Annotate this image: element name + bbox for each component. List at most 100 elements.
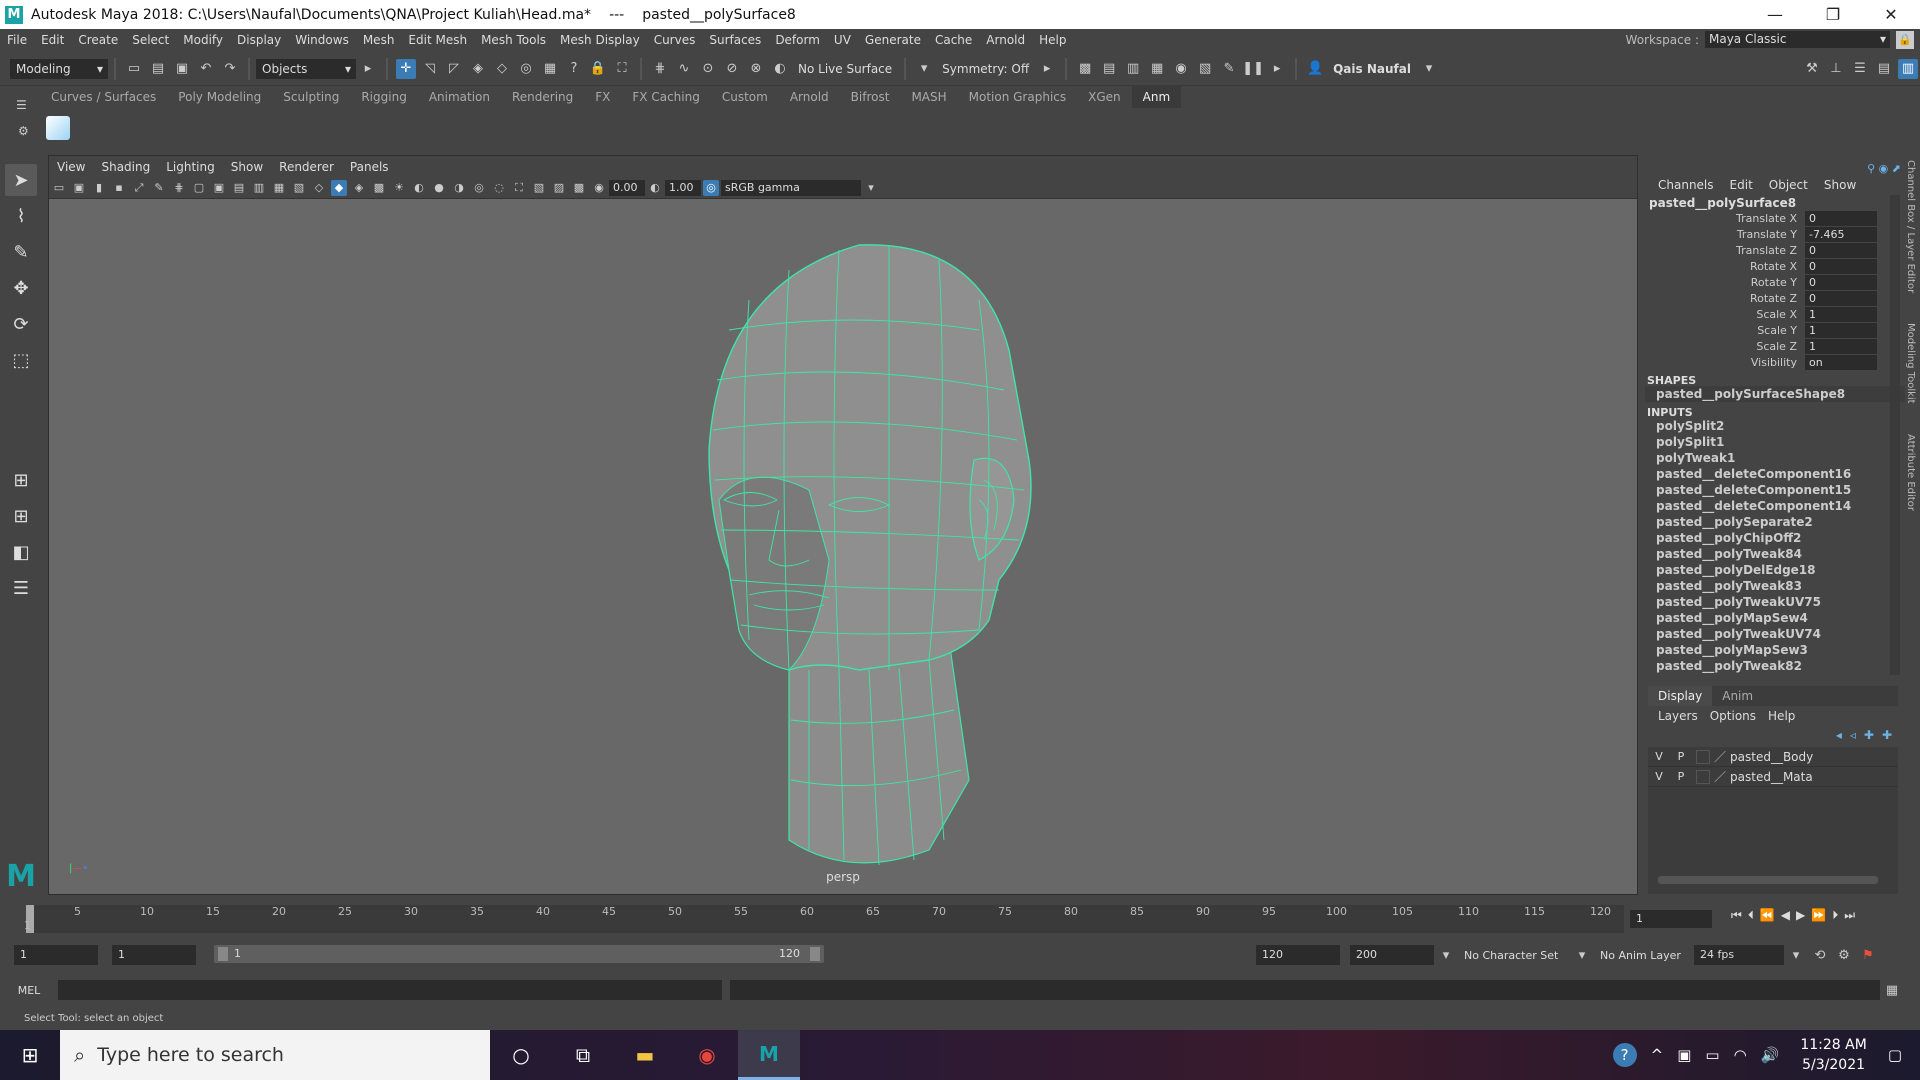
channel-box-pin-icon[interactable]: ⚲ ◉ ⬈ <box>1867 162 1901 175</box>
channel-box-scrollbar[interactable] <box>1890 195 1900 675</box>
tab-custom[interactable]: Custom <box>711 90 779 104</box>
tab-curves-surfaces[interactable]: Curves / Surfaces <box>40 90 167 104</box>
ipr-render-icon[interactable]: ▥ <box>1123 59 1143 79</box>
go-to-start-icon[interactable]: ⏮ <box>1731 908 1742 923</box>
menuset-dropdown[interactable]: Modeling <box>10 58 108 79</box>
playback-start-field[interactable]: 1 <box>112 945 196 965</box>
layer-row[interactable]: V P ／ pasted__Body <box>1648 747 1898 767</box>
gamma-icon[interactable]: ◐ <box>647 180 663 196</box>
layer-visibility-toggle[interactable]: V <box>1648 770 1670 783</box>
exposure-field[interactable]: 0.00 <box>609 179 645 196</box>
auto-key-icon[interactable]: ⚙ <box>1834 945 1854 965</box>
taskbar-clock[interactable]: 11:28 AM 5/3/2021 <box>1800 1035 1866 1075</box>
menu-create[interactable]: Create <box>71 33 125 47</box>
color-management-icon[interactable]: ◎ <box>703 179 719 196</box>
layer-display-type[interactable] <box>1696 769 1710 784</box>
character-set-chevron-icon[interactable]: ▾ <box>1436 945 1456 965</box>
anim-layer-chevron-icon[interactable]: ▾ <box>1572 945 1592 965</box>
isolate-icon[interactable]: ⛶ <box>511 180 527 196</box>
gate-mask-icon[interactable]: ▤ <box>231 180 247 196</box>
move-layer-down-icon[interactable]: ◃ <box>1850 728 1856 742</box>
lasso-tool-icon[interactable]: ⌇ <box>5 200 37 232</box>
xray-joints-icon[interactable]: ▩ <box>571 180 587 196</box>
move-layer-up-icon[interactable]: ◂ <box>1836 728 1842 742</box>
dof-icon[interactable]: ◌ <box>491 180 507 196</box>
resolution-gate-icon[interactable]: ▣ <box>211 180 227 196</box>
tab-xgen[interactable]: XGen <box>1077 90 1132 104</box>
layer-editor-icon[interactable]: ▥ <box>1898 58 1918 79</box>
viewport-canvas[interactable]: |—• persp <box>49 200 1637 894</box>
menu-mesh-display[interactable]: Mesh Display <box>553 33 647 47</box>
modeling-toolkit-icon[interactable]: ⚒ <box>1802 59 1822 79</box>
tab-rendering[interactable]: Rendering <box>501 90 584 104</box>
mel-label[interactable]: MEL <box>0 984 58 997</box>
head-mesh[interactable] <box>49 200 1637 894</box>
viewport-panel[interactable]: View Shading Lighting Show Renderer Pane… <box>48 155 1638 895</box>
input-node[interactable]: pasted__polyTweakUV74 <box>1645 626 1905 642</box>
menu-generate[interactable]: Generate <box>858 33 928 47</box>
live-surface-label[interactable]: No Live Surface <box>792 62 898 76</box>
camera-select-icon[interactable]: ▭ <box>51 180 67 196</box>
input-node[interactable]: pasted__polySeparate2 <box>1645 514 1905 530</box>
layer-name[interactable]: pasted__Body <box>1730 750 1813 764</box>
side-tab-attribute-editor[interactable]: Attribute Editor <box>1905 434 1916 511</box>
tab-arnold[interactable]: Arnold <box>779 90 840 104</box>
vp-menu-lighting[interactable]: Lighting <box>158 160 223 174</box>
range-start-handle[interactable] <box>218 947 228 961</box>
fps-dropdown[interactable]: 24 fps <box>1694 945 1784 965</box>
close-icon[interactable]: ✕ <box>1862 0 1920 29</box>
smooth-shade-icon[interactable]: ◆ <box>331 179 347 196</box>
gamma-field[interactable]: 1.00 <box>665 179 701 196</box>
select-tool-icon[interactable]: ➤ <box>5 164 37 196</box>
help-icon[interactable]: ? <box>1612 1043 1637 1067</box>
input-node[interactable]: pasted__deleteComponent14 <box>1645 498 1905 514</box>
taskbar-search[interactable]: ⌕ Type here to search <box>60 1030 490 1080</box>
snap-point-icon[interactable]: ⊙ <box>698 59 718 79</box>
tab-animation[interactable]: Animation <box>418 90 501 104</box>
current-frame-field[interactable]: 1 <box>1630 910 1712 928</box>
attr-field[interactable]: 1 <box>1805 306 1877 322</box>
step-forward-icon[interactable]: ⏵ <box>1832 908 1838 923</box>
bookmark-icon[interactable]: ▮ <box>91 180 107 196</box>
symmetry-dropdown-icon[interactable]: ▾ <box>914 59 934 79</box>
attr-field[interactable]: 0 <box>1805 274 1877 290</box>
user-dropdown-icon[interactable]: ▾ <box>1419 59 1439 79</box>
attribute-editor-icon[interactable]: ⊥ <box>1826 59 1846 79</box>
play-forwards-icon[interactable]: ▶ <box>1796 908 1805 923</box>
restore-icon[interactable]: ❐ <box>1804 0 1862 29</box>
safe-action-icon[interactable]: ▦ <box>271 180 287 196</box>
attr-field[interactable]: 0 <box>1805 242 1877 258</box>
tab-poly-modeling[interactable]: Poly Modeling <box>167 90 272 104</box>
shape-node[interactable]: pasted__polySurfaceShape8 <box>1645 386 1905 402</box>
four-view-icon[interactable]: ⊞ <box>5 500 37 532</box>
layer-color-icon[interactable]: ／ <box>1714 748 1726 765</box>
le-menu-options[interactable]: Options <box>1704 709 1762 723</box>
layer-color-icon[interactable]: ／ <box>1714 768 1726 785</box>
file-explorer-icon[interactable]: ▬ <box>614 1030 676 1080</box>
step-forward-key-icon[interactable]: ⏩ <box>1811 908 1826 923</box>
snap-view-icon[interactable]: ⊘ <box>722 59 742 79</box>
scale-tool-icon[interactable]: ⬚ <box>5 344 37 376</box>
attr-field[interactable]: -7.465 <box>1805 226 1877 242</box>
input-node[interactable]: pasted__deleteComponent15 <box>1645 482 1905 498</box>
workspace-dropdown[interactable]: Maya Classic <box>1705 31 1890 48</box>
layer-editor-scrollbar[interactable] <box>1658 876 1878 884</box>
input-node[interactable]: pasted__polyChipOff2 <box>1645 530 1905 546</box>
show-hidden-icons-icon[interactable]: ^ <box>1651 1046 1664 1064</box>
select-component-icon[interactable]: ◸ <box>444 59 464 79</box>
layer-row[interactable]: V P ／ pasted__Mata <box>1648 767 1898 787</box>
xray-active-icon[interactable]: ▨ <box>551 180 567 196</box>
light-editor-icon[interactable]: ✎ <box>1219 59 1239 79</box>
tab-mash[interactable]: MASH <box>900 90 957 104</box>
character-set-label[interactable]: No Character Set <box>1458 949 1570 962</box>
menu-surfaces[interactable]: Surfaces <box>702 33 768 47</box>
symmetry-expand-icon[interactable]: ▸ <box>1037 59 1057 79</box>
volume-icon[interactable]: 🔊 <box>1761 1046 1780 1064</box>
anim-layer-label[interactable]: No Anim Layer <box>1594 949 1694 962</box>
layer-name[interactable]: pasted__Mata <box>1730 770 1813 784</box>
mask-handles-icon[interactable]: ◈ <box>468 59 488 79</box>
anim-prefs-icon[interactable]: ⚑ <box>1858 945 1878 965</box>
outliner-icon[interactable]: ☰ <box>5 572 37 604</box>
layout-icon[interactable]: ◧ <box>5 536 37 568</box>
mask-surfaces-icon[interactable]: ▦ <box>540 59 560 79</box>
